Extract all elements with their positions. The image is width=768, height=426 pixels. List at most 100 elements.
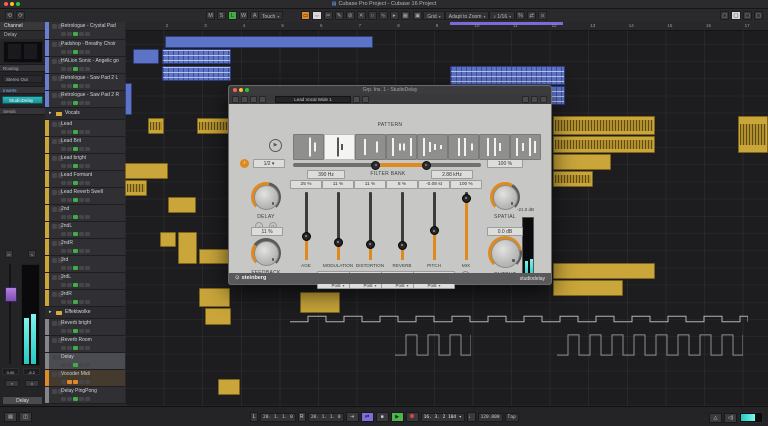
fader-value[interactable]: 0.00 (2, 368, 19, 375)
track-mute-button[interactable] (52, 292, 57, 297)
track-mute-button[interactable] (52, 372, 57, 377)
track-read-button[interactable] (85, 32, 90, 37)
automation-curve[interactable] (395, 327, 471, 363)
track-mute-button[interactable] (52, 93, 57, 98)
track-monitor-button[interactable] (67, 198, 72, 203)
track-read-button[interactable] (85, 363, 90, 368)
track-row[interactable]: Vocoder Midi (45, 370, 125, 387)
track-row[interactable]: Retrologue - Saw Pad 2 R (45, 91, 125, 108)
track-monitor-button[interactable] (67, 130, 72, 135)
pattern-tile-5[interactable] (417, 134, 448, 160)
track-record-button[interactable] (73, 181, 78, 186)
channel-fader-handle[interactable] (5, 287, 17, 302)
track-edit-button[interactable] (61, 266, 66, 271)
track-read-button[interactable] (85, 215, 90, 220)
insert-slot-studiodelay[interactable]: StudioDelay (2, 96, 43, 104)
slider-value-box[interactable]: 100 % (450, 180, 482, 189)
track-row[interactable]: Reverb Room (45, 336, 125, 353)
pattern-tile-1[interactable] (293, 134, 324, 160)
track-mute-button[interactable] (52, 139, 57, 144)
audio-clip[interactable] (553, 171, 593, 187)
track-monitor-button[interactable] (67, 249, 72, 254)
track-monitor-button[interactable] (67, 397, 72, 402)
track-row[interactable]: 3rdR (45, 290, 125, 307)
track-read-button[interactable] (85, 232, 90, 237)
track-row[interactable]: Delay PingPong (45, 387, 125, 404)
track-write-button[interactable] (79, 249, 84, 254)
filter-low-value[interactable]: 390 Hz (307, 170, 345, 179)
constrain-delay-icon[interactable]: ▤ (4, 412, 17, 422)
split-tool[interactable]: ✂ (324, 11, 333, 20)
track-monitor-button[interactable] (67, 232, 72, 237)
automation-w-button[interactable]: W (239, 11, 248, 20)
track-read-button[interactable] (85, 300, 90, 305)
track-write-button[interactable] (79, 215, 84, 220)
track-read-button[interactable] (85, 130, 90, 135)
track-mute-button[interactable] (52, 338, 57, 343)
filter-high-value[interactable]: 2.88 kHz (431, 170, 473, 179)
audio-clip[interactable] (553, 280, 623, 296)
routing-section-header[interactable]: Routing (0, 64, 45, 72)
track-read-button[interactable] (85, 67, 90, 72)
project-position-display[interactable]: 16. 3. 2 104 ▾ (421, 413, 465, 422)
track-read-button[interactable] (85, 329, 90, 334)
track-record-button[interactable] (73, 249, 78, 254)
channel-solo-button[interactable]: s (28, 250, 36, 258)
track-row[interactable]: HALion Sonic - Angelic go (45, 57, 125, 74)
track-record-button[interactable] (73, 266, 78, 271)
track-write-button[interactable] (79, 266, 84, 271)
audio-clip[interactable] (125, 180, 147, 196)
track-write-button[interactable] (79, 181, 84, 186)
plugin-bypass-icon[interactable] (232, 96, 239, 103)
plugin-switch-ab-icon[interactable] (259, 96, 266, 103)
color-tool[interactable]: ▦ (401, 11, 410, 20)
track-edit-button[interactable] (61, 232, 66, 237)
automation-l-button[interactable]: L (228, 11, 237, 20)
slider-value-box[interactable]: 11 % (322, 180, 354, 189)
track-mute-button[interactable] (52, 42, 57, 47)
track-row[interactable]: 2nd (45, 205, 125, 222)
track-row[interactable]: 3rd (45, 256, 125, 273)
audio-clip[interactable] (199, 288, 230, 307)
track-edit-button[interactable] (61, 181, 66, 186)
plugin-write-icon[interactable] (250, 96, 257, 103)
plugin-read-icon[interactable] (241, 96, 248, 103)
track-mute-button[interactable] (52, 190, 57, 195)
workspace-toggle-1[interactable]: ▢ (720, 11, 729, 20)
slider-handle[interactable] (430, 226, 439, 235)
feedback-knob[interactable] (251, 238, 281, 268)
track-record-button[interactable] (73, 101, 78, 106)
track-record-button[interactable] (73, 329, 78, 334)
plugin-titlebar[interactable]: Grp. Ins. 1 - StudioDelay (229, 86, 551, 94)
workspace-toggle-2[interactable]: ▢ (731, 11, 740, 20)
right-locator-value[interactable]: 20. 1. 1. 0 (308, 413, 344, 422)
track-monitor-button[interactable] (67, 363, 72, 368)
track-mute-button[interactable] (52, 224, 57, 229)
track-write-button[interactable] (79, 84, 84, 89)
spatial-value-box[interactable]: 100 % (487, 159, 523, 168)
audio-clip[interactable] (199, 249, 230, 264)
audio-clip[interactable] (553, 154, 611, 170)
midi-clip[interactable] (162, 66, 231, 81)
track-row[interactable]: 2ndR (45, 239, 125, 256)
pattern-tile-3[interactable] (355, 134, 386, 160)
track-record-button[interactable] (73, 147, 78, 152)
midi-clip[interactable] (450, 66, 565, 85)
channel-mute-button[interactable]: m (5, 250, 13, 258)
track-mute-button[interactable] (52, 258, 57, 263)
record-button[interactable] (406, 412, 419, 422)
track-record-button[interactable] (73, 363, 78, 368)
audio-clip[interactable] (205, 308, 231, 325)
track-record-button[interactable] (73, 50, 78, 55)
sends-section-header[interactable]: Sends (0, 107, 45, 115)
tempo-note-icon[interactable]: ♩ (467, 412, 476, 422)
track-write-button[interactable] (79, 67, 84, 72)
rate-select[interactable]: 1/2 ▾ (253, 159, 285, 168)
track-row[interactable]: Lead bright (45, 154, 125, 171)
track-write-button[interactable] (79, 32, 84, 37)
pattern-play-button[interactable]: ▶ (269, 139, 282, 152)
audio-clip[interactable] (197, 118, 230, 134)
track-write-button[interactable] (79, 329, 84, 334)
track-monitor-button[interactable] (67, 215, 72, 220)
track-read-button[interactable] (85, 249, 90, 254)
